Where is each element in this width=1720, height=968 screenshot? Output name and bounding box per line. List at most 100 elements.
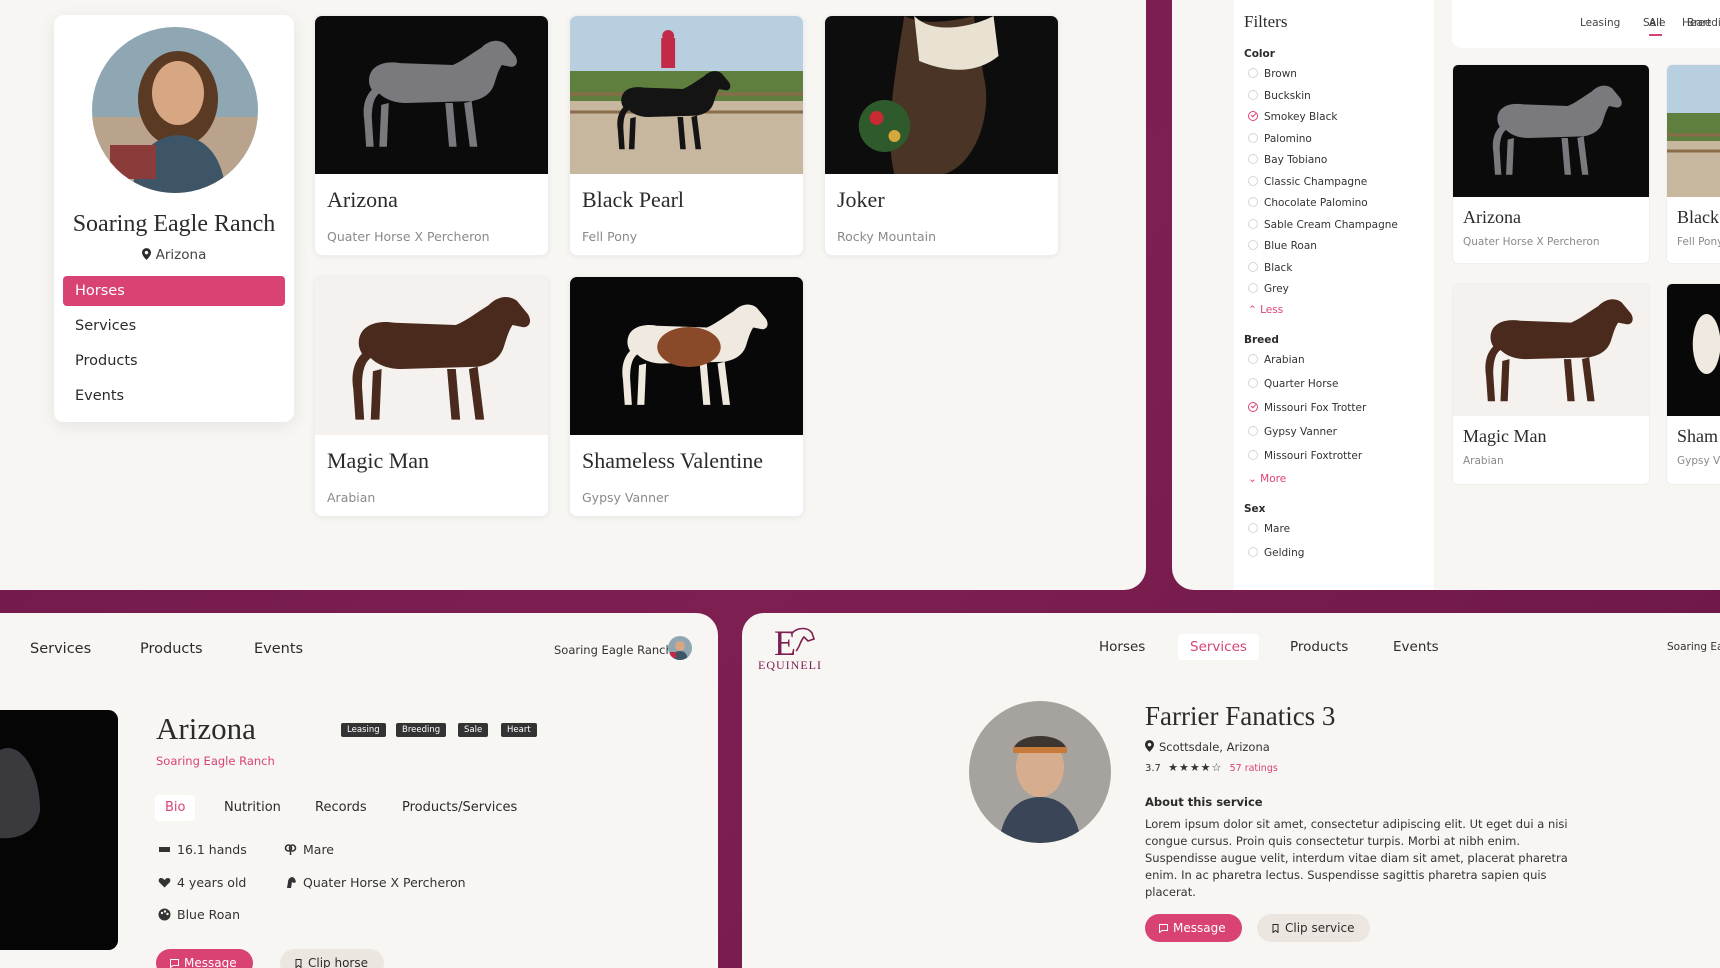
horse-card[interactable]: Magic Man Arabian [314, 276, 549, 517]
filter-toggle-label: Less [1260, 303, 1284, 316]
message-icon [170, 959, 179, 968]
clip-horse-button[interactable]: Clip horse [280, 949, 384, 968]
about-heading: About this service [1145, 795, 1263, 809]
filter-option[interactable]: Gelding [1248, 546, 1304, 560]
tab-products-services[interactable]: Products/Services [402, 795, 517, 821]
nav-item-events[interactable]: Events [63, 381, 285, 411]
tag-heart: Heart [501, 723, 537, 737]
nav-services[interactable]: Services [30, 641, 91, 657]
filter-option[interactable]: Buckskin [1248, 89, 1311, 103]
filter-toggle-breed[interactable]: ⌄ More [1248, 473, 1286, 485]
nav-item-services[interactable]: Services [63, 311, 285, 341]
account-name[interactable]: Soaring Eagle Ranch [554, 643, 673, 657]
listing-card[interactable]: Sham Gypsy V [1666, 283, 1720, 485]
bookmark-icon [1272, 924, 1279, 933]
nav-item-horses[interactable]: Horses [63, 276, 285, 306]
horses-browse-panel: Soaring Eagle Ranch Arizona Horses Servi… [0, 0, 1146, 590]
horse-detail-panel: Services Products Events Soaring Eagle R… [0, 613, 718, 968]
tab-heart[interactable]: Heart [1682, 17, 1711, 29]
filter-option[interactable]: Chocolate Palomino [1248, 196, 1368, 210]
horse-card[interactable]: Joker Rocky Mountain [824, 15, 1059, 256]
radio-icon [1248, 197, 1258, 207]
listing-card[interactable]: Magic Man Arabian [1452, 283, 1650, 485]
tab-bio[interactable]: Bio [155, 795, 196, 821]
filter-option[interactable]: Black [1248, 261, 1292, 275]
location-pin-icon [141, 248, 151, 260]
filter-option-label: Arabian [1264, 353, 1305, 366]
horse-owner-link[interactable]: Soaring Eagle Ranch [156, 754, 275, 768]
tab-nutrition[interactable]: Nutrition [224, 795, 281, 821]
filter-option-label: Sable Cream Champagne [1264, 218, 1398, 231]
clip-service-button[interactable]: Clip service [1257, 914, 1371, 942]
filter-option[interactable]: Arabian [1248, 353, 1305, 367]
filter-option[interactable]: Palomino [1248, 132, 1312, 146]
radio-icon [1248, 111, 1258, 121]
filter-option-label: Buckskin [1264, 89, 1311, 102]
filter-option[interactable]: Missouri Foxtrotter [1248, 449, 1362, 463]
nav-services[interactable]: Services [1178, 634, 1259, 660]
nav-horses[interactable]: Horses [1099, 634, 1145, 660]
horse-head-icon [287, 877, 296, 888]
filter-option[interactable]: Blue Roan [1248, 239, 1317, 253]
account-name[interactable]: Soaring Eag [1667, 641, 1720, 653]
radio-icon [1248, 261, 1258, 272]
heart-icon [158, 878, 171, 888]
ranch-location: Arizona [54, 247, 294, 263]
horse-photo [1667, 65, 1720, 197]
radio-icon [1248, 218, 1258, 229]
horse-card[interactable]: Black Pearl Fell Pony [569, 15, 804, 256]
filter-option[interactable]: Brown [1248, 67, 1297, 81]
listing-card[interactable]: Black Fell Pony [1666, 64, 1720, 264]
tab-sale[interactable]: Sale [1643, 17, 1665, 29]
filter-toggle-label: More [1260, 472, 1287, 485]
filter-option[interactable]: Sable Cream Champagne [1248, 218, 1398, 232]
radio-icon [1248, 425, 1258, 436]
horse-photo [315, 277, 548, 435]
horse-card[interactable]: Shameless Valentine Gypsy Vanner [569, 276, 804, 517]
listing-card[interactable]: Arizona Quater Horse X Percheron [1452, 64, 1650, 264]
horse-photo [1453, 65, 1649, 197]
fact-age-value: 4 years old [177, 875, 247, 890]
horse-name: Black Pearl [582, 187, 685, 212]
nav-events[interactable]: Events [254, 641, 303, 657]
tab-records[interactable]: Records [315, 795, 367, 821]
nav-products[interactable]: Products [1290, 634, 1348, 660]
filter-option[interactable]: Classic Champagne [1248, 175, 1367, 189]
radio-icon [1248, 401, 1258, 412]
fact-color: Blue Roan [158, 907, 240, 922]
nav-item-products[interactable]: Products [63, 346, 285, 376]
message-button[interactable]: Message [1145, 914, 1242, 942]
filter-option[interactable]: Bay Tobiano [1248, 153, 1327, 167]
nav-products[interactable]: Products [140, 641, 203, 657]
horse-photo [1453, 284, 1649, 416]
fact-height-value: 16.1 hands [177, 842, 247, 857]
account-avatar[interactable] [668, 636, 692, 660]
rating-stars-icon: ★★★★☆ [1168, 761, 1223, 774]
horse-breed: Gypsy Vanner [582, 490, 669, 505]
filter-option[interactable]: Gypsy Vanner [1248, 425, 1337, 439]
horse-photo [315, 16, 548, 174]
filter-option[interactable]: Smokey Black [1248, 110, 1337, 124]
filter-option[interactable]: Quarter Horse [1248, 377, 1338, 391]
tab-leasing[interactable]: Leasing [1580, 17, 1620, 29]
service-description: Lorem ipsum dolor sit amet, consectetur … [1145, 817, 1568, 899]
fact-breed: Quater Horse X Percheron [284, 875, 466, 890]
nav-events[interactable]: Events [1393, 634, 1439, 660]
horse-breed: Fell Pony [582, 229, 638, 244]
horse-breed: Gypsy V [1677, 455, 1720, 467]
filter-option[interactable]: Mare [1248, 522, 1290, 536]
radio-icon [1248, 449, 1258, 460]
horse-card[interactable]: Arizona Quater Horse X Percheron [314, 15, 549, 256]
filter-group-breed: Breed [1244, 333, 1279, 346]
filter-group-sex: Sex [1244, 502, 1266, 515]
message-button[interactable]: Message [156, 949, 253, 968]
fact-sex: Mare [284, 842, 334, 857]
filter-option[interactable]: Grey [1248, 282, 1289, 296]
filter-option[interactable]: Missouri Fox Trotter [1248, 401, 1366, 415]
fact-color-value: Blue Roan [177, 907, 240, 922]
profile-card: Soaring Eagle Ranch Arizona Horses Servi… [54, 15, 294, 422]
filter-group-color: Color [1244, 48, 1275, 60]
service-title: Farrier Fanatics 3 [1145, 701, 1336, 731]
filter-toggle-color[interactable]: ⌃ Less [1248, 304, 1283, 316]
rating-count-link[interactable]: 57 ratings [1230, 763, 1278, 774]
